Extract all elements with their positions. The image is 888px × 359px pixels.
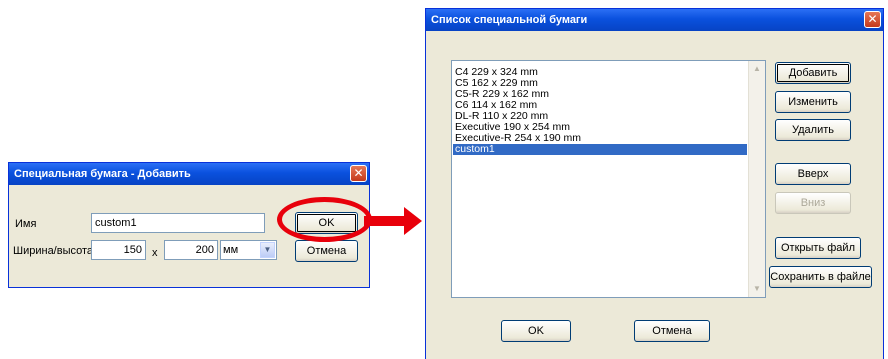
name-label: Имя <box>15 218 37 230</box>
name-input[interactable]: custom1 <box>91 213 265 233</box>
height-input[interactable]: 200 <box>164 240 218 260</box>
list-dialog-title: Список специальной бумаги <box>431 14 588 26</box>
chevron-down-icon[interactable]: ▼ <box>260 242 275 258</box>
list-cancel-button[interactable]: Отмена <box>634 320 710 342</box>
move-up-button[interactable]: Вверх <box>775 163 851 185</box>
add-dialog-title: Специальная бумага - Добавить <box>14 168 191 180</box>
times-label: x <box>152 247 158 259</box>
cancel-button[interactable]: Отмена <box>295 240 358 262</box>
red-arrow-icon <box>364 216 408 226</box>
unit-select[interactable]: мм ▼ <box>220 240 277 260</box>
red-arrow-head <box>404 207 422 235</box>
scroll-up-icon[interactable]: ▲ <box>749 61 765 77</box>
add-dialog-titlebar: Специальная бумага - Добавить ✕ <box>9 163 369 185</box>
paper-list-items: C4 229 x 324 mm C5 162 x 229 mm C5-R 229 x… <box>453 67 747 155</box>
edit-button[interactable]: Изменить <box>775 91 851 113</box>
close-icon[interactable]: ✕ <box>864 11 881 28</box>
unit-select-value: мм <box>223 244 239 256</box>
delete-button[interactable]: Удалить <box>775 119 851 141</box>
size-label: Ширина/высота <box>13 245 94 257</box>
list-dialog-titlebar: Список специальной бумаги ✕ <box>426 9 883 31</box>
save-file-button[interactable]: Сохранить в файле <box>769 266 872 288</box>
list-ok-button[interactable]: OK <box>501 320 571 342</box>
width-input[interactable]: 150 <box>91 240 146 260</box>
paper-listbox[interactable]: C4 229 x 324 mm C5 162 x 229 mm C5-R 229 x… <box>451 60 766 298</box>
list-item[interactable]: custom1 <box>453 144 747 155</box>
close-icon[interactable]: ✕ <box>350 165 367 182</box>
move-down-button[interactable]: Вниз <box>775 192 851 214</box>
scroll-down-icon[interactable]: ▼ <box>749 281 765 297</box>
add-button[interactable]: Добавить <box>775 62 851 84</box>
paper-list-dialog: Список специальной бумаги ✕ C4 229 x 324… <box>425 8 884 359</box>
highlight-ellipse <box>277 197 372 242</box>
list-scrollbar[interactable]: ▲ ▼ <box>748 61 765 297</box>
open-file-button[interactable]: Открыть файл <box>775 237 861 259</box>
list-item[interactable]: Executive-R 254 x 190 mm <box>453 133 747 144</box>
